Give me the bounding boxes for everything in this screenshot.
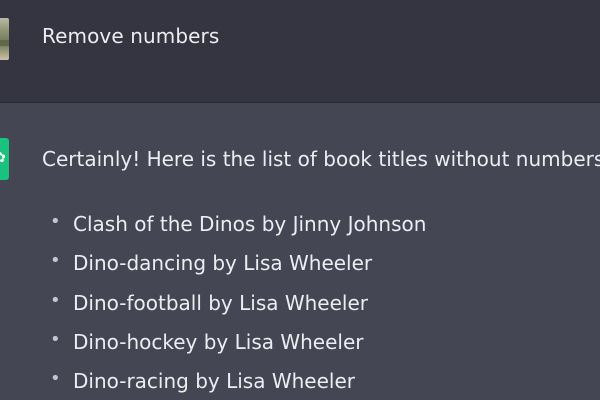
assistant-logo-icon: ✿ [0,150,7,166]
assistant-avatar: ✿ [0,138,9,180]
list-item: • Clash of the Dinos by Jinny Johnson [42,208,426,247]
book-title: Dino-football by Lisa Wheeler [73,290,368,315]
book-title: Dino-racing by Lisa Wheeler [73,369,355,394]
list-item: • Dino-dancing by Lisa Wheeler [42,247,426,286]
book-title: Clash of the Dinos by Jinny Johnson [73,212,427,236]
book-list: • Clash of the Dinos by Jinny Johnson • … [42,208,426,400]
chat-page: Remove numbers ✿ Certainly! Here is the … [0,0,600,400]
user-avatar-photo [0,40,9,46]
book-title: Dino-dancing by Lisa Wheeler [73,251,373,276]
user-message-row: Remove numbers [0,0,600,103]
list-item: • Dino-football by Lisa Wheeler [42,287,426,326]
user-avatar [0,18,9,60]
bullet-icon: • [50,250,61,272]
book-title: Dino-hockey by Lisa Wheeler [73,329,364,354]
list-item: • Dino-hockey by Lisa Wheeler [42,326,426,365]
bullet-icon: • [50,211,61,232]
bullet-icon: • [50,289,61,311]
assistant-message-intro: Certainly! Here is the list of book titl… [42,147,600,171]
list-item: • Dino-racing by Lisa Wheeler [42,365,426,400]
bullet-icon: • [50,328,61,350]
user-message-text: Remove numbers [42,24,220,48]
bullet-icon: • [50,368,61,390]
